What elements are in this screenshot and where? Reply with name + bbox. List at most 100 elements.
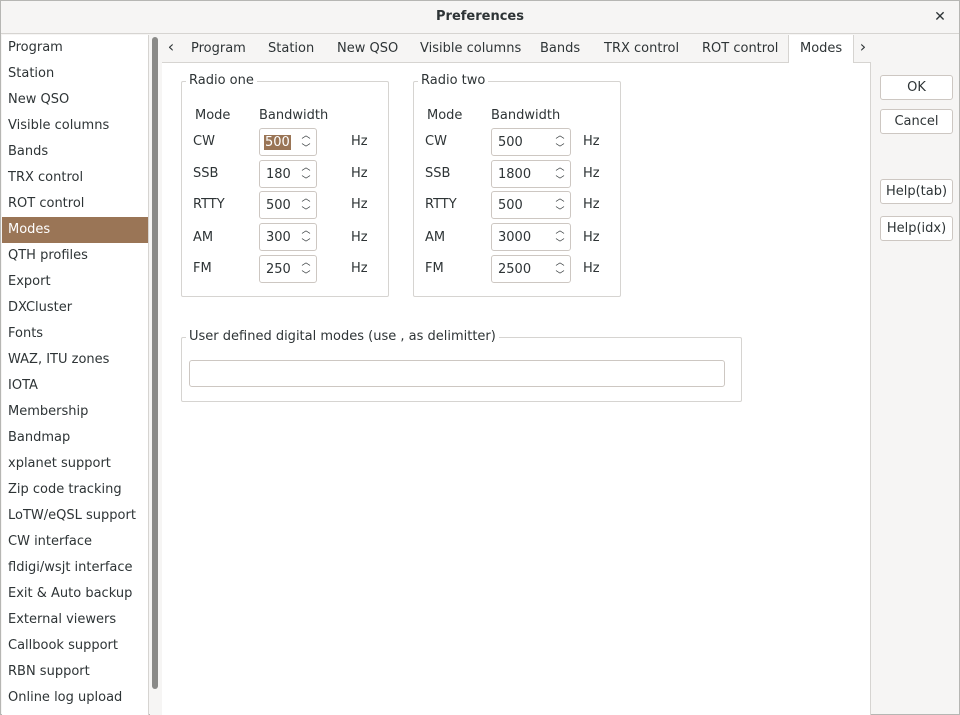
tab-scroll-left-button[interactable]: ‹ bbox=[162, 35, 180, 62]
unit-label: Hz bbox=[351, 197, 368, 212]
chevron-down-icon[interactable]: ﹀ bbox=[300, 175, 312, 187]
sidebar-item-modes[interactable]: Modes bbox=[2, 217, 148, 243]
tab-visible-columns[interactable]: Visible columns bbox=[409, 35, 532, 63]
help-tab-button[interactable]: Help(tab) bbox=[880, 179, 953, 204]
chevron-up-icon[interactable]: ︿ bbox=[554, 193, 566, 205]
sidebar-item-visible-columns[interactable]: Visible columns bbox=[2, 113, 148, 139]
sidebar-item-external-viewers[interactable]: External viewers bbox=[2, 607, 148, 633]
radio-one-cw-bandwidth-spinner[interactable]: 500 ︿ ﹀ bbox=[259, 128, 317, 156]
chevron-up-icon[interactable]: ︿ bbox=[554, 257, 566, 269]
spinner-value[interactable]: 2500 bbox=[498, 262, 531, 277]
mode-label-fm: FM bbox=[193, 261, 212, 276]
spinner-value[interactable]: 500 bbox=[264, 135, 291, 150]
radio-two-cw-bandwidth-spinner[interactable]: 500 ︿ ﹀ bbox=[491, 128, 571, 156]
sidebar-item-exit-auto-backup[interactable]: Exit & Auto backup bbox=[2, 581, 148, 607]
modes-panel: Radio one Mode Bandwidth CW 500 ︿ ﹀ Hz S… bbox=[162, 63, 871, 715]
radio-two-rtty-bandwidth-spinner[interactable]: 500 ︿ ﹀ bbox=[491, 191, 571, 219]
scrollbar-thumb[interactable] bbox=[152, 37, 158, 689]
chevron-up-icon[interactable]: ︿ bbox=[300, 162, 312, 174]
chevron-up-icon[interactable]: ︿ bbox=[300, 257, 312, 269]
spinner-value[interactable]: 180 bbox=[266, 167, 291, 182]
help-idx-button[interactable]: Help(idx) bbox=[880, 216, 953, 241]
user-digital-modes-input[interactable] bbox=[189, 360, 725, 387]
chevron-up-icon[interactable]: ︿ bbox=[554, 130, 566, 142]
unit-label: Hz bbox=[351, 261, 368, 276]
tab-new-qso[interactable]: New QSO bbox=[326, 35, 409, 63]
sidebar-item-lotw-eqsl-support[interactable]: LoTW/eQSL support bbox=[2, 503, 148, 529]
sidebar: Program Station New QSO Visible columns … bbox=[2, 35, 149, 715]
sidebar-item-rot-control[interactable]: ROT control bbox=[2, 191, 148, 217]
sidebar-item-new-qso[interactable]: New QSO bbox=[2, 87, 148, 113]
mode-label-rtty: RTTY bbox=[193, 197, 225, 212]
chevron-down-icon[interactable]: ﹀ bbox=[554, 175, 566, 187]
unit-label: Hz bbox=[351, 134, 368, 149]
spinner-value[interactable]: 500 bbox=[498, 198, 523, 213]
ok-button[interactable]: OK bbox=[880, 75, 953, 100]
sidebar-item-zip-code-tracking[interactable]: Zip code tracking bbox=[2, 477, 148, 503]
sidebar-item-fonts[interactable]: Fonts bbox=[2, 321, 148, 347]
sidebar-item-xplanet-support[interactable]: xplanet support bbox=[2, 451, 148, 477]
spinner-value[interactable]: 3000 bbox=[498, 230, 531, 245]
sidebar-item-online-log-upload[interactable]: Online log upload bbox=[2, 685, 148, 711]
chevron-up-icon[interactable]: ︿ bbox=[554, 162, 566, 174]
sidebar-item-dxcluster[interactable]: DXCluster bbox=[2, 295, 148, 321]
radio-one-fm-bandwidth-spinner[interactable]: 250 ︿ ﹀ bbox=[259, 255, 317, 283]
tab-program[interactable]: Program bbox=[180, 35, 257, 63]
tab-modes[interactable]: Modes bbox=[788, 35, 855, 64]
tab-trx-control[interactable]: TRX control bbox=[593, 35, 690, 63]
chevron-down-icon[interactable]: ﹀ bbox=[300, 270, 312, 282]
sidebar-item-export[interactable]: Export bbox=[2, 269, 148, 295]
sidebar-item-iota[interactable]: IOTA bbox=[2, 373, 148, 399]
mode-label-am: AM bbox=[193, 230, 214, 245]
radio-one-ssb-bandwidth-spinner[interactable]: 180 ︿ ﹀ bbox=[259, 160, 317, 188]
sidebar-item-qth-profiles[interactable]: QTH profiles bbox=[2, 243, 148, 269]
mode-label-ssb: SSB bbox=[193, 166, 219, 181]
spinner-value[interactable]: 250 bbox=[266, 262, 291, 277]
chevron-down-icon[interactable]: ﹀ bbox=[300, 206, 312, 218]
unit-label: Hz bbox=[583, 166, 600, 181]
unit-label: Hz bbox=[583, 230, 600, 245]
chevron-up-icon[interactable]: ︿ bbox=[300, 225, 312, 237]
cancel-button[interactable]: Cancel bbox=[880, 109, 953, 134]
mode-label-fm: FM bbox=[425, 261, 444, 276]
radio-two-fm-bandwidth-spinner[interactable]: 2500 ︿ ﹀ bbox=[491, 255, 571, 283]
sidebar-item-waz-itu-zones[interactable]: WAZ, ITU zones bbox=[2, 347, 148, 373]
sidebar-item-fldigi-wsjt-interface[interactable]: fldigi/wsjt interface bbox=[2, 555, 148, 581]
chevron-up-icon[interactable]: ︿ bbox=[554, 225, 566, 237]
sidebar-item-callbook-support[interactable]: Callbook support bbox=[2, 633, 148, 659]
tab-station[interactable]: Station bbox=[257, 35, 325, 63]
sidebar-scrollbar[interactable] bbox=[150, 35, 162, 715]
chevron-down-icon[interactable]: ﹀ bbox=[554, 238, 566, 250]
sidebar-item-membership[interactable]: Membership bbox=[2, 399, 148, 425]
spinner-value[interactable]: 300 bbox=[266, 230, 291, 245]
chevron-down-icon[interactable]: ﹀ bbox=[554, 270, 566, 282]
spinner-value[interactable]: 500 bbox=[266, 198, 291, 213]
chevron-up-icon[interactable]: ︿ bbox=[300, 130, 312, 142]
chevron-down-icon[interactable]: ﹀ bbox=[554, 206, 566, 218]
radio-one-group: Radio one Mode Bandwidth CW 500 ︿ ﹀ Hz S… bbox=[181, 73, 389, 297]
radio-one-rtty-bandwidth-spinner[interactable]: 500 ︿ ﹀ bbox=[259, 191, 317, 219]
sidebar-item-cw-interface[interactable]: CW interface bbox=[2, 529, 148, 555]
chevron-down-icon[interactable]: ﹀ bbox=[300, 238, 312, 250]
chevron-down-icon[interactable]: ﹀ bbox=[300, 143, 312, 155]
chevron-up-icon[interactable]: ︿ bbox=[300, 193, 312, 205]
sidebar-item-program[interactable]: Program bbox=[2, 35, 148, 61]
tab-bands[interactable]: Bands bbox=[529, 35, 591, 63]
radio-two-am-bandwidth-spinner[interactable]: 3000 ︿ ﹀ bbox=[491, 223, 571, 251]
tab-rot-control[interactable]: ROT control bbox=[691, 35, 789, 63]
mode-label-ssb: SSB bbox=[425, 166, 451, 181]
sidebar-item-trx-control[interactable]: TRX control bbox=[2, 165, 148, 191]
unit-label: Hz bbox=[351, 230, 368, 245]
tab-scroll-right-button[interactable]: › bbox=[854, 35, 872, 62]
spinner-value[interactable]: 500 bbox=[498, 135, 523, 150]
sidebar-item-rbn-support[interactable]: RBN support bbox=[2, 659, 148, 685]
spinner-value[interactable]: 1800 bbox=[498, 167, 531, 182]
close-button[interactable]: ✕ bbox=[931, 8, 949, 26]
unit-label: Hz bbox=[583, 134, 600, 149]
chevron-down-icon[interactable]: ﹀ bbox=[554, 143, 566, 155]
sidebar-item-bandmap[interactable]: Bandmap bbox=[2, 425, 148, 451]
radio-two-ssb-bandwidth-spinner[interactable]: 1800 ︿ ﹀ bbox=[491, 160, 571, 188]
radio-one-am-bandwidth-spinner[interactable]: 300 ︿ ﹀ bbox=[259, 223, 317, 251]
sidebar-item-station[interactable]: Station bbox=[2, 61, 148, 87]
sidebar-item-bands[interactable]: Bands bbox=[2, 139, 148, 165]
